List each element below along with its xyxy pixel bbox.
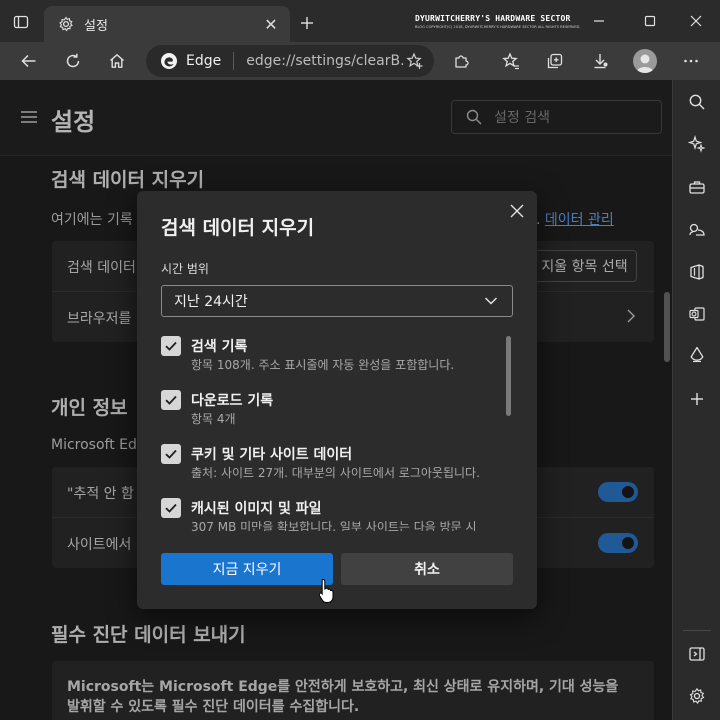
item-title: 검색 기록	[191, 339, 248, 355]
item-subtitle: 항목 108개. 주소 표시줄에 자동 완성을 포함합니다.	[191, 358, 455, 372]
watermark-copyright: BLOG COPYRIGHT(C) 2018, DYURWITCHERRY'S …	[415, 25, 581, 29]
address-bar[interactable]: Edge edge://settings/clearB...	[146, 45, 434, 77]
item-subtitle: 항목 4개	[191, 412, 236, 426]
clear-browsing-data-dialog: 검색 데이터 지우기 시간 범위 지난 24시간 검색 기록 항목 108개. …	[137, 191, 537, 609]
tab-actions-icon[interactable]	[8, 9, 34, 35]
edge-logo-icon	[160, 52, 178, 70]
address-separator	[233, 52, 235, 70]
download-history-checkbox[interactable]	[161, 390, 181, 410]
refresh-icon[interactable]	[59, 47, 87, 75]
cached-files-checkbox[interactable]	[161, 498, 181, 518]
list-item: 검색 기록 항목 108개. 주소 표시줄에 자동 완성을 포함합니다.	[161, 333, 491, 383]
office-icon[interactable]	[685, 260, 709, 284]
list-item: 쿠키 및 기타 사이트 데이터 출처: 사이트 27개. 대부분의 사이트에서 …	[161, 441, 491, 491]
watermark-title: DYURWITCHERRY'S HARDWARE SECTOR	[415, 14, 571, 23]
item-title: 캐시된 이미지 및 파일	[191, 501, 322, 517]
sidebar-settings-icon[interactable]	[685, 684, 709, 708]
url-text[interactable]: edge://settings/clearB...	[246, 53, 406, 69]
outlook-icon[interactable]	[685, 302, 709, 326]
dialog-close-icon[interactable]	[507, 201, 527, 221]
games-icon[interactable]	[685, 218, 709, 242]
title-bar: 설정 ✕ DYURWITCHERRY'S HARDWARE SECTOR BLO…	[0, 0, 720, 42]
item-subtitle: 출처: 사이트 27개. 대부분의 사이트에서 로그아웃됩니다.	[191, 466, 480, 480]
favorites-icon[interactable]	[497, 47, 525, 75]
more-icon[interactable]	[677, 47, 705, 75]
watermark: DYURWITCHERRY'S HARDWARE SECTOR BLOG COP…	[415, 14, 581, 29]
sidebar-divider	[683, 630, 711, 631]
item-subtitle: 307 MB 미만을 확보합니다. 일부 사이트는 다음 방문 시	[191, 520, 477, 531]
edge-sidebar	[672, 80, 720, 720]
list-item: 캐시된 이미지 및 파일 307 MB 미만을 확보합니다. 일부 사이트는 다…	[161, 495, 491, 531]
site-name: Edge	[186, 53, 222, 69]
browsing-history-checkbox[interactable]	[161, 336, 181, 356]
browser-tab-settings[interactable]: 설정 ✕	[44, 6, 290, 42]
data-type-list: 검색 기록 항목 108개. 주소 표시줄에 자동 완성을 포함합니다. 다운로…	[161, 333, 491, 531]
favorites-star-icon[interactable]	[406, 52, 424, 70]
back-arrow-icon[interactable]	[15, 47, 43, 75]
collections-icon[interactable]	[541, 47, 569, 75]
dialog-title: 검색 데이터 지우기	[161, 217, 315, 239]
search-icon[interactable]	[685, 90, 709, 114]
hand-cursor-icon	[318, 578, 336, 604]
hide-sidebar-icon[interactable]	[685, 642, 709, 666]
add-icon[interactable]	[685, 387, 709, 411]
profile-avatar[interactable]	[633, 49, 657, 73]
item-title: 쿠키 및 기타 사이트 데이터	[191, 447, 353, 463]
close-window-icon[interactable]	[682, 8, 710, 34]
minimize-icon[interactable]	[585, 8, 613, 34]
item-title: 다운로드 기록	[191, 393, 274, 409]
list-scrollbar-thumb[interactable]	[506, 336, 511, 416]
cookies-checkbox[interactable]	[161, 444, 181, 464]
maximize-icon[interactable]	[636, 8, 664, 34]
gear-icon	[58, 16, 74, 32]
list-item: 다운로드 기록 항목 4개	[161, 387, 491, 437]
new-tab-icon[interactable]	[294, 10, 320, 36]
time-range-label: 시간 범위	[161, 262, 209, 276]
tab-title: 설정	[84, 18, 108, 34]
tab-close-icon[interactable]: ✕	[262, 15, 280, 34]
discover-icon[interactable]	[685, 132, 709, 156]
cancel-button[interactable]: 취소	[341, 553, 513, 585]
downloads-icon[interactable]	[586, 47, 614, 75]
drop-icon[interactable]	[685, 342, 709, 366]
home-icon[interactable]	[103, 47, 131, 75]
time-range-value: 지난 24시간	[174, 294, 248, 310]
extensions-icon[interactable]	[448, 47, 476, 75]
browser-toolbar: Edge edge://settings/clearB...	[0, 42, 720, 80]
chevron-down-icon	[484, 296, 498, 306]
shopping-icon[interactable]	[685, 175, 709, 199]
clear-now-button[interactable]: 지금 지우기	[161, 553, 333, 585]
time-range-select[interactable]: 지난 24시간	[161, 285, 513, 317]
